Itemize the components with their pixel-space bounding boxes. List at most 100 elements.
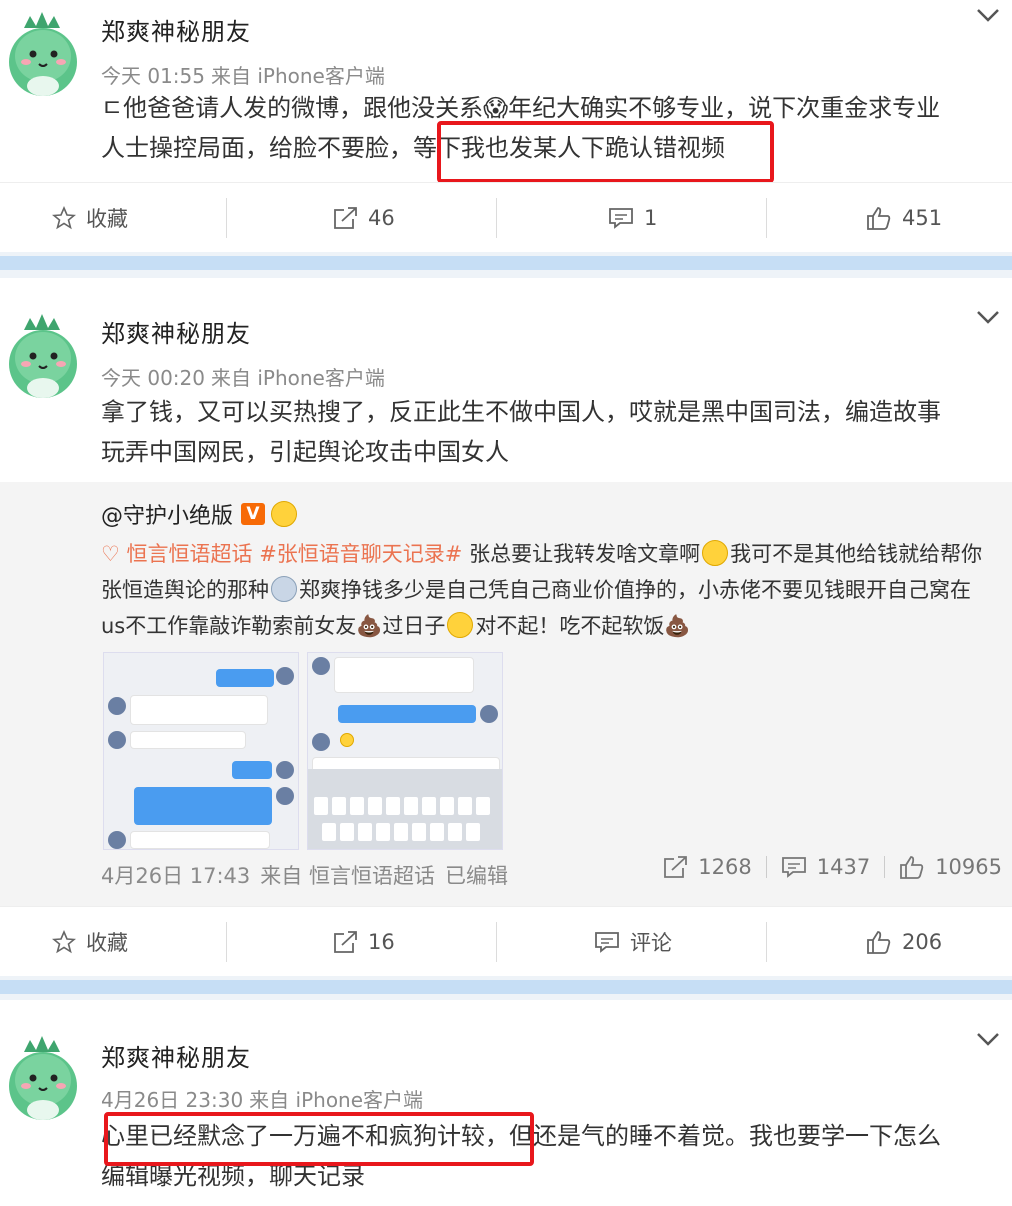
chat-bubble — [216, 669, 274, 687]
repost-icon — [664, 856, 688, 878]
author-name[interactable]: 郑爽神秘朋友 — [101, 12, 251, 47]
like-count: 451 — [902, 206, 943, 230]
emoji-icon — [340, 733, 354, 747]
chat-bubble — [130, 831, 270, 849]
favorite-button[interactable]: 收藏 — [52, 907, 128, 977]
highlight-box — [104, 1112, 534, 1166]
chat-screenshot-image[interactable] — [307, 652, 503, 850]
weibo-post-1: 郑爽神秘朋友 今天 01:55 来自 iPhone客户端 ㄷ他爸爸请人发的微博，跟… — [0, 0, 1012, 252]
post-source[interactable]: 来自 iPhone客户端 — [211, 366, 385, 390]
repost-text-segment: 张恒造舆论的那种 — [101, 578, 269, 602]
repost-count: 1268 — [698, 855, 752, 879]
thumbs-up-icon — [867, 931, 891, 954]
post-meta: 今天 00:20 来自 iPhone客户端 — [101, 362, 391, 391]
like-count: 10965 — [935, 855, 1002, 879]
repost-button[interactable]: 16 — [332, 907, 395, 977]
weibo-post-3: 郑爽神秘朋友 4月26日 23:30 来自 iPhone客户端 心里已经默念了一万… — [0, 1000, 1012, 1206]
repost-repost-button[interactable]: 1268 — [662, 855, 752, 879]
repost-header: @守护小绝版 V — [101, 498, 299, 530]
author-name[interactable]: 郑爽神秘朋友 — [101, 1038, 251, 1073]
chat-avatar — [108, 731, 126, 749]
edited-label[interactable]: 已编辑 — [445, 864, 508, 888]
post-separator — [0, 976, 1012, 1000]
favorite-label: 收藏 — [86, 207, 128, 231]
repost-comment-button[interactable]: 1437 — [781, 855, 870, 879]
highlight-box — [437, 121, 774, 183]
divider — [765, 856, 767, 878]
chat-bubble — [130, 695, 268, 725]
repost-text: ♡ 恒言恒语超话 #张恒语音聊天记录# 张总要让我转发啥文章啊 我可不是其他给钱就… — [101, 536, 1001, 644]
post-time: 4月26日 23:30 — [101, 1088, 244, 1112]
repost-user[interactable]: @守护小绝版 — [101, 498, 233, 530]
author-name[interactable]: 郑爽神秘朋友 — [101, 314, 251, 349]
content-line: 玩弄中国网民，引起舆论攻击中国女人 — [101, 438, 509, 466]
chat-avatar — [276, 761, 294, 779]
post-source[interactable]: 来自 iPhone客户端 — [211, 64, 385, 88]
chevron-down-icon[interactable] — [976, 8, 1000, 22]
post-meta: 今天 01:55 来自 iPhone客户端 — [101, 60, 391, 89]
comment-label: 评论 — [630, 931, 672, 955]
repost-text-segment: 我可不是其他给钱就给帮你 — [730, 542, 983, 566]
like-count: 206 — [902, 930, 943, 954]
comment-icon — [781, 857, 806, 878]
post-source[interactable]: 来自 iPhone客户端 — [249, 1088, 423, 1112]
repost-source[interactable]: 来自 恒言恒语超话 — [260, 864, 435, 888]
chevron-down-icon[interactable] — [976, 310, 1000, 324]
repost-count: 16 — [368, 930, 395, 954]
topic-link[interactable]: 恒言恒语超话 — [127, 542, 253, 566]
comment-count: 1437 — [816, 855, 871, 879]
divider — [226, 922, 227, 962]
dinosaur-avatar[interactable] — [4, 1030, 82, 1122]
repost-like-button[interactable]: 10965 — [899, 854, 1002, 880]
repost-meta: 4月26日 17:43 来自 恒言恒语超话 已编辑 — [101, 860, 518, 890]
thumbs-up-icon — [867, 207, 891, 230]
chat-avatar — [276, 667, 294, 685]
chat-avatar — [312, 733, 330, 751]
comment-icon — [609, 208, 633, 229]
divider — [496, 198, 497, 238]
chat-bubble — [334, 657, 474, 693]
like-button[interactable]: 451 — [866, 183, 942, 253]
divider — [496, 922, 497, 962]
repost-text-segment: 张总要让我转发啥文章啊 — [462, 542, 701, 566]
favorite-button[interactable]: 收藏 — [52, 183, 128, 253]
emoji-icon — [271, 576, 297, 602]
like-button[interactable]: 206 — [866, 907, 942, 977]
chat-bubble — [134, 787, 272, 825]
repost-button[interactable]: 46 — [332, 183, 395, 253]
verified-badge-icon: V — [241, 503, 266, 525]
divider — [884, 856, 886, 878]
keyboard — [308, 769, 502, 849]
super-topic-icon: ♡ — [101, 542, 120, 566]
reposted-weibo[interactable]: @守护小绝版 V ♡ 恒言恒语超话 #张恒语音聊天记录# 张总要让我转发啥文章啊… — [0, 482, 1012, 908]
dinosaur-avatar[interactable] — [4, 6, 82, 98]
star-icon — [52, 930, 76, 954]
emoji-icon — [702, 540, 729, 566]
star-icon — [52, 206, 76, 230]
post-separator — [0, 252, 1012, 278]
comment-icon — [595, 932, 619, 953]
comment-count: 1 — [644, 206, 658, 230]
post-meta: 4月26日 23:30 来自 iPhone客户端 — [101, 1084, 429, 1113]
repost-text-segment: 对不起！吃不起软饭💩 — [475, 614, 691, 638]
repost-count: 46 — [368, 206, 395, 230]
dinosaur-avatar[interactable] — [4, 308, 82, 400]
repost-icon — [334, 207, 357, 229]
chat-bubble — [232, 761, 272, 779]
content-line: 拿了钱，又可以买热搜了，反正此生不做中国人，哎就是黑中国司法，编造故事 — [101, 398, 941, 426]
post-content: 拿了钱，又可以买热搜了，反正此生不做中国人，哎就是黑中国司法，编造故事 玩弄中国… — [101, 392, 991, 472]
chat-screenshot-image[interactable] — [103, 652, 299, 850]
favorite-label: 收藏 — [86, 931, 128, 955]
weibo-post-2: 郑爽神秘朋友 今天 00:20 来自 iPhone客户端 拿了钱，又可以买热搜了，… — [0, 278, 1012, 976]
repost-icon — [334, 931, 357, 953]
thumbs-up-icon — [900, 856, 924, 879]
post-time: 今天 01:55 — [101, 64, 205, 88]
hashtag-link[interactable]: #张恒语音聊天记录# — [259, 542, 462, 566]
post-time: 今天 00:20 — [101, 366, 205, 390]
comment-button[interactable]: 评论 — [594, 907, 672, 977]
chat-avatar — [312, 657, 330, 675]
divider — [226, 198, 227, 238]
chat-avatar — [108, 831, 126, 849]
comment-button[interactable]: 1 — [608, 183, 657, 253]
chevron-down-icon[interactable] — [976, 1032, 1000, 1046]
